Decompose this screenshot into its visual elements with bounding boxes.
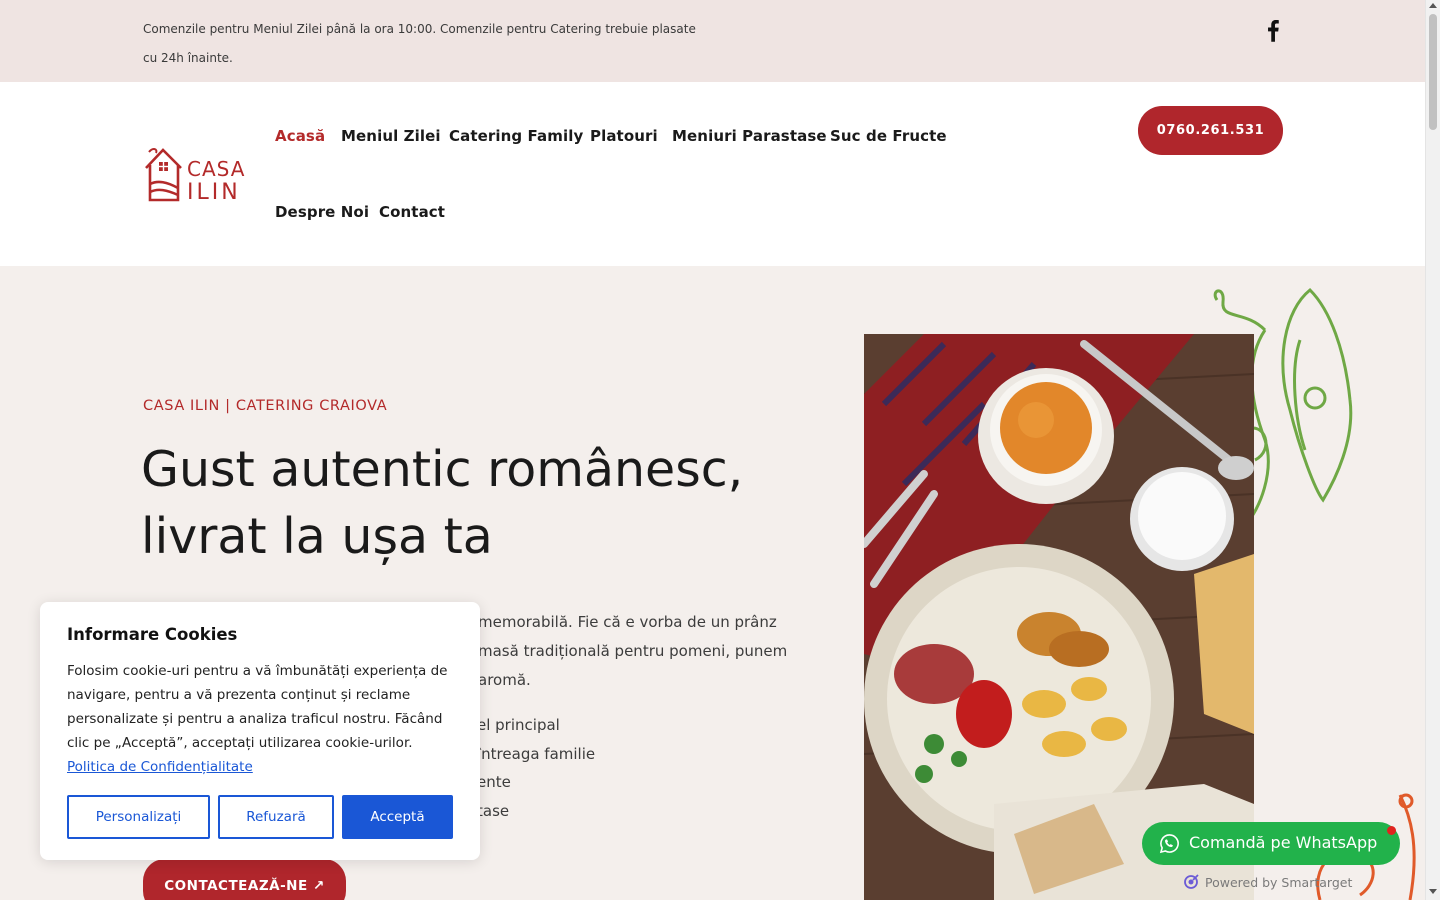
logo-text-ilin: ILIN [187,180,241,204]
accept-cookies-button[interactable]: Acceptă [342,795,453,839]
contact-cta-button[interactable]: CONTACTEAZĂ-NE ↗ [143,859,346,900]
scrollbar-thumb[interactable] [1429,14,1437,130]
cookie-description: Folosim cookie-uri pentru a vă îmbunătăț… [67,663,448,751]
hero-food-image [864,334,1254,900]
cookie-consent-banner: Informare Cookies Folosim cookie-uri pen… [40,602,480,860]
top-announcement-bar: Comenzile pentru Meniul Zilei până la or… [0,0,1425,82]
nav-item-platouri[interactable]: Platouri [590,127,658,145]
powered-text: Powered by Smartarget [1205,874,1353,890]
cookie-title: Informare Cookies [67,625,238,644]
notification-dot [1387,826,1396,835]
reject-cookies-button[interactable]: Refuzară [218,795,334,839]
hero-title: Gust autentic românesc, livrat la ușa ta [141,441,744,565]
nav-item-meniul-zilei[interactable]: Meniul Zilei [341,127,441,145]
site-header: CASA ILIN Acasă Meniul Zilei Catering Fa… [0,82,1425,266]
scroll-down-arrow-icon[interactable] [1429,889,1437,894]
hero-eyebrow: CASA ILIN | CATERING CRAIOVA [143,398,388,414]
whatsapp-order-button[interactable]: Comandă pe WhatsApp [1142,822,1400,865]
hero-paragraph: memorabilă. Fie că e vorba de un prânz m… [478,608,818,695]
nav-item-meniuri-parastase[interactable]: Meniuri Parastase [672,127,827,145]
nav-item-catering-family[interactable]: Catering Family [449,127,583,145]
nav-item-acasa[interactable]: Acasă [275,127,325,145]
privacy-policy-link[interactable]: Politica de Confidențialitate [67,759,253,775]
casa-ilin-logo[interactable]: CASA ILIN [143,144,247,204]
hero-paragraph-text: memorabilă. Fie că e vorba de un prânz m… [478,613,788,689]
order-notice: Comenzile pentru Meniul Zilei până la or… [143,22,696,65]
nav-item-suc-de-fructe[interactable]: Suc de Fructe [830,127,947,145]
nav-item-despre-noi[interactable]: Despre Noi [275,203,369,221]
smartarget-icon [1184,874,1199,889]
logo-text-casa: CASA [187,157,245,181]
customize-cookies-button[interactable]: Personalizați [67,795,210,839]
phone-button[interactable]: 0760.261.531 [1138,106,1283,155]
whatsapp-label: Comandă pe WhatsApp [1189,833,1378,852]
whatsapp-icon [1159,834,1179,854]
page-scrollbar[interactable] [1425,0,1440,900]
cookie-text: Folosim cookie-uri pentru a vă îmbunătăț… [67,659,459,779]
scroll-up-arrow-icon[interactable] [1429,3,1437,8]
facebook-icon[interactable] [1266,20,1282,44]
powered-by-smartarget[interactable]: Powered by Smartarget [1183,874,1352,890]
nav-item-contact[interactable]: Contact [379,203,445,221]
